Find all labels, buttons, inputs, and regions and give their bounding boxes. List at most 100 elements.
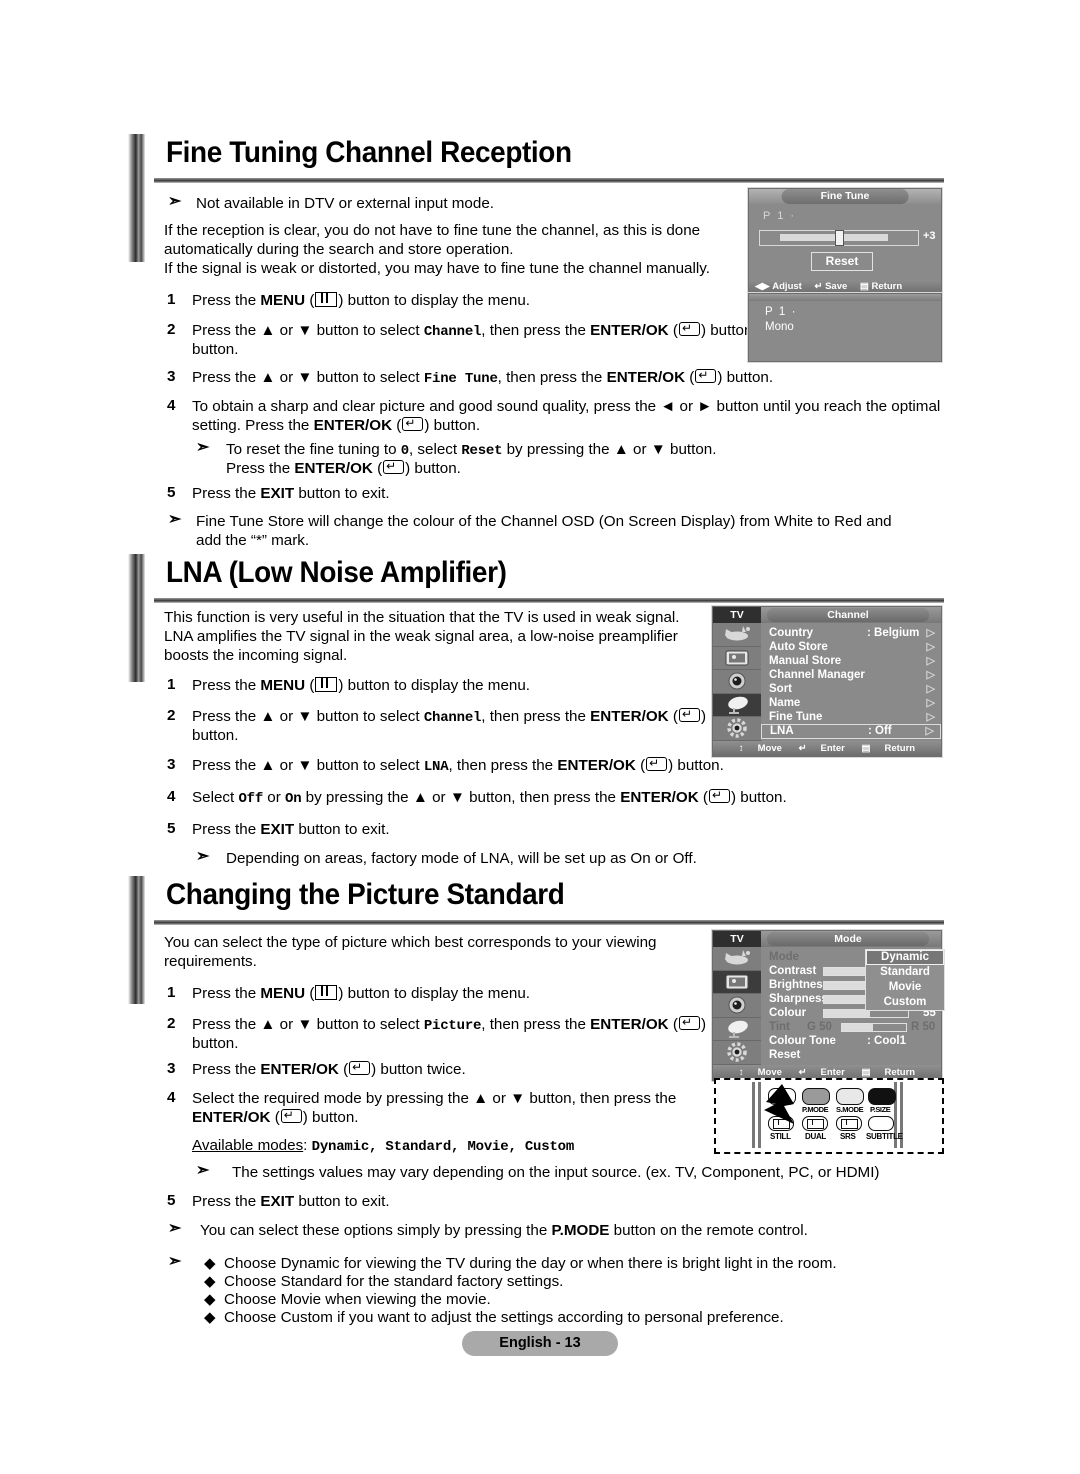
dropdown-option-standard[interactable]: Standard xyxy=(866,965,944,980)
chevron-right-icon: ▷ xyxy=(926,641,935,653)
menu-titlebar: TV Mode xyxy=(713,931,941,947)
menu-item-reset[interactable]: Reset xyxy=(761,1048,941,1062)
item-label: Country xyxy=(769,627,814,639)
setup-icon[interactable] xyxy=(713,717,761,741)
manual-page: Fine Tuning Channel Reception ➣ Not avai… xyxy=(0,0,1080,1474)
sound-icon-svg xyxy=(728,996,746,1014)
item-label: Brightness xyxy=(769,979,830,991)
smode-button[interactable] xyxy=(836,1088,864,1105)
enter-key-icon xyxy=(349,1058,371,1076)
enter-key-icon xyxy=(678,705,700,723)
step-text-cont: ENTER/OK () button. xyxy=(192,1106,359,1129)
tint-left-label: G 50 xyxy=(807,1021,832,1033)
frag: ) button. xyxy=(405,460,461,477)
menu-item-lna[interactable]: LNA : Off ▷ xyxy=(761,724,941,739)
note-arrow-icon: ➣ xyxy=(196,439,210,456)
tint-bar[interactable] xyxy=(841,1023,907,1032)
menu-item-country[interactable]: Country : Belgium ▷ xyxy=(761,626,941,640)
save-label: Save xyxy=(825,281,848,292)
frag: Press the xyxy=(192,485,261,502)
menu-name: Reset xyxy=(461,443,503,459)
menu-item-channel-manager[interactable]: Channel Manager ▷ xyxy=(761,668,941,682)
step-text: Press the ▲ or ▼ button to select Channe… xyxy=(192,705,757,729)
enter-key-icon xyxy=(280,1106,302,1124)
menu-item-name[interactable]: Name ▷ xyxy=(761,696,941,710)
frag: , then press the xyxy=(448,757,558,774)
smode-label: S.MODE xyxy=(836,1105,864,1114)
menu-icon-rail xyxy=(713,947,761,1065)
menu-item-sort[interactable]: Sort ▷ xyxy=(761,682,941,696)
menu-item-fine-tune[interactable]: Fine Tune ▷ xyxy=(761,710,941,724)
step-text: Press the ▲ or ▼ button to select Fine T… xyxy=(192,366,773,390)
item-label: Manual Store xyxy=(769,655,842,667)
frag: or xyxy=(263,789,285,806)
dropdown-option-movie[interactable]: Movie xyxy=(866,980,944,995)
note-arrow-icon: ➣ xyxy=(196,1162,210,1179)
channel-icon[interactable] xyxy=(713,693,761,717)
enter-key-icon xyxy=(695,366,717,384)
menu-name: Fine Tune xyxy=(423,371,498,387)
input-icon[interactable] xyxy=(713,947,761,971)
move-label: Move xyxy=(757,742,782,754)
osd-channel-banner: P 1 · Mono xyxy=(748,293,942,362)
osd-titlebar: Fine Tune xyxy=(749,189,941,204)
dropdown-option-dynamic[interactable]: Dynamic xyxy=(866,950,944,965)
fine-tune-value: +3 xyxy=(923,230,936,242)
frag: ( xyxy=(305,985,315,1002)
frag: Press the xyxy=(226,460,295,477)
adjust-icon: ◀▶ xyxy=(755,281,770,292)
sound-icon[interactable] xyxy=(713,994,761,1018)
return-label: Return xyxy=(871,281,903,292)
subtitle-button[interactable] xyxy=(868,1116,894,1131)
step-text: Press the EXIT button to exit. xyxy=(192,484,390,505)
frag: Select xyxy=(192,789,239,806)
picture-icon[interactable] xyxy=(713,970,761,994)
setup-icon[interactable] xyxy=(713,1041,761,1065)
item-label: Mode xyxy=(769,951,800,963)
menu-item-tint[interactable]: Tint G 50 R 50 xyxy=(761,1020,941,1034)
mode-dropdown[interactable]: Dynamic Standard Movie Custom xyxy=(865,949,945,1011)
dropdown-option-custom[interactable]: Custom xyxy=(866,995,944,1010)
note-text-cont: add the “*” mark. xyxy=(196,532,310,549)
step-text: To obtain a sharp and clear picture and … xyxy=(192,398,941,415)
slider-knob[interactable] xyxy=(835,230,844,246)
intro-line: If the signal is weak or distorted, you … xyxy=(164,260,710,277)
osd-fine-tune: Fine Tune P 1 · +3 Reset ◀▶ Adjust ↵ Sav… xyxy=(748,188,942,295)
move-label: Move xyxy=(757,1066,782,1078)
enter-icon: ↵ xyxy=(798,1066,807,1078)
frag: ) button to display the menu. xyxy=(338,985,531,1002)
menu-label: MENU xyxy=(260,292,306,309)
item-label: Tint xyxy=(769,1021,790,1033)
psize-button[interactable] xyxy=(868,1088,896,1105)
channel-icon[interactable] xyxy=(713,1018,761,1041)
input-icon[interactable] xyxy=(713,623,761,647)
step-number: 1 xyxy=(167,984,176,1001)
menu-item-manual-store[interactable]: Manual Store ▷ xyxy=(761,654,941,668)
available-modes-line: Available modes: Dynamic, Standard, Movi… xyxy=(192,1137,575,1155)
bullet-text: Choose Custom if you want to adjust the … xyxy=(224,1309,784,1326)
chevron-right-icon: ▷ xyxy=(926,683,935,695)
osd-channel-menu: TV Channel Country: Belgium ▷ Auto Stor… xyxy=(712,606,942,757)
step-text: Press the EXIT button to exit. xyxy=(192,1192,390,1213)
menu-item-colour-tone[interactable]: Colour Tone : Cool1 xyxy=(761,1034,941,1048)
sound-icon[interactable] xyxy=(713,670,761,694)
value-on: On xyxy=(285,791,302,807)
step-number: 1 xyxy=(167,291,176,308)
note-arrow-icon: ➣ xyxy=(168,1253,182,1270)
enter-icon: ↵ xyxy=(798,742,807,754)
picture-icon[interactable] xyxy=(713,647,761,670)
item-value: : Belgium xyxy=(867,627,920,639)
enter-label: Enter xyxy=(820,742,845,754)
intro-line: You can select the type of picture which… xyxy=(164,934,657,951)
reset-button[interactable]: Reset xyxy=(811,252,873,271)
fine-tune-slider[interactable] xyxy=(759,230,919,246)
item-value: : Off xyxy=(868,725,892,737)
section-accent-bar xyxy=(128,554,145,682)
sound-icon-svg xyxy=(728,672,746,690)
frag: ( xyxy=(305,677,315,694)
intro-line: LNA amplifies the TV signal in the weak … xyxy=(164,628,678,645)
value-zero: 0 xyxy=(400,443,409,459)
input-icon-svg xyxy=(725,950,750,965)
srs-button[interactable] xyxy=(836,1116,862,1131)
menu-item-auto-store[interactable]: Auto Store ▷ xyxy=(761,640,941,654)
